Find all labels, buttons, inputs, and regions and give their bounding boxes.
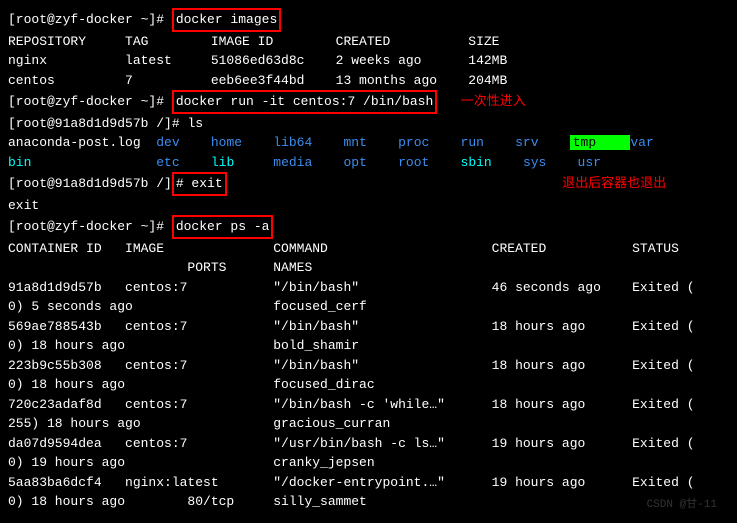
terminal-line: 569ae788543b centos:7 "/bin/bash" 18 hou… [8, 317, 729, 337]
watermark: CSDN @甘-11 [647, 497, 717, 514]
ls-item: home [211, 135, 273, 150]
terminal-line: [root@91a8d1d9d57b /]# ls [8, 114, 729, 134]
terminal-line: exit [8, 196, 729, 216]
ps-row: 720c23adaf8d centos:7 "/bin/bash -c 'whi… [8, 397, 695, 412]
terminal-line: [root@zyf-docker ~]# docker ps -a [8, 215, 729, 239]
spacer [437, 94, 460, 109]
ps-header: CONTAINER ID IMAGE COMMAND CREATED STATU… [8, 241, 679, 256]
cmd-exit[interactable]: # exit [172, 172, 227, 196]
ls-item: media [273, 155, 343, 170]
ps-row: da07d9594dea centos:7 "/usr/bin/bash -c … [8, 436, 695, 451]
ls-item: etc [156, 155, 211, 170]
terminal-line: 0) 18 hours ago bold_shamir [8, 336, 729, 356]
ps-row-cont: 0) 5 seconds ago focused_cerf [8, 299, 367, 314]
ls-row: anaconda-post.log dev home lib64 mnt pro… [8, 133, 729, 153]
images-row: nginx latest 51086ed63d8c 2 weeks ago 14… [8, 53, 507, 68]
prompt: [root@zyf-docker ~]# [8, 12, 172, 27]
spacer [227, 176, 562, 191]
terminal-line: 91a8d1d9d57b centos:7 "/bin/bash" 46 sec… [8, 278, 729, 298]
terminal-line: nginx latest 51086ed63d8c 2 weeks ago 14… [8, 51, 729, 71]
terminal-line: centos 7 eeb6ee3f44bd 13 months ago 204M… [8, 71, 729, 91]
terminal-line: [root@zyf-docker ~]# docker run -it cent… [8, 90, 729, 114]
cmd-ls[interactable]: ls [187, 116, 203, 131]
ls-item: anaconda-post.log [8, 135, 156, 150]
ls-item: srv [515, 135, 570, 150]
ls-item: tmp [570, 135, 631, 150]
prompt: [root@91a8d1d9d57b /]# [8, 116, 187, 131]
terminal-line: PORTS NAMES [8, 258, 729, 278]
ls-item: run [461, 135, 516, 150]
ls-item: var [630, 135, 669, 150]
cmd-docker-run[interactable]: docker run -it centos:7 /bin/bash [172, 90, 437, 114]
ls-item: lib64 [273, 135, 343, 150]
ps-row-cont: 0) 18 hours ago focused_dirac [8, 377, 375, 392]
prompt: [root@zyf-docker ~]# [8, 94, 172, 109]
terminal-line: 5aa83ba6dcf4 nginx:latest "/docker-entry… [8, 473, 729, 493]
terminal-line: 0) 18 hours ago 80/tcp silly_sammet [8, 492, 729, 512]
terminal-line: 223b9c55b308 centos:7 "/bin/bash" 18 hou… [8, 356, 729, 376]
terminal-line: [root@zyf-docker ~]# docker images [8, 8, 729, 32]
annotation-exit: 退出后容器也退出 [562, 176, 666, 191]
ps-row-cont: 0) 19 hours ago cranky_jepsen [8, 455, 375, 470]
ls-item: mnt [343, 135, 398, 150]
ps-row-cont: 0) 18 hours ago bold_shamir [8, 338, 359, 353]
ls-item: lib [211, 155, 273, 170]
ls-item: proc [398, 135, 460, 150]
prompt: [root@zyf-docker ~]# [8, 219, 172, 234]
terminal-line: 720c23adaf8d centos:7 "/bin/bash -c 'whi… [8, 395, 729, 415]
ps-header2: PORTS NAMES [8, 260, 312, 275]
terminal-line: [root@91a8d1d9d57b /]# exit 退出后容器也退出 [8, 172, 729, 196]
ls-item: sys [523, 155, 578, 170]
cmd-docker-ps[interactable]: docker ps -a [172, 215, 274, 239]
images-row: centos 7 eeb6ee3f44bd 13 months ago 204M… [8, 73, 507, 88]
ls-item: usr [578, 155, 617, 170]
terminal-line: 0) 5 seconds ago focused_cerf [8, 297, 729, 317]
ls-item: bin [8, 155, 156, 170]
terminal-line: CONTAINER ID IMAGE COMMAND CREATED STATU… [8, 239, 729, 259]
ls-item: opt [343, 155, 398, 170]
terminal-line: REPOSITORY TAG IMAGE ID CREATED SIZE [8, 32, 729, 52]
exit-output: exit [8, 198, 39, 213]
ps-row-cont: 0) 18 hours ago 80/tcp silly_sammet [8, 494, 367, 509]
ps-row: 91a8d1d9d57b centos:7 "/bin/bash" 46 sec… [8, 280, 695, 295]
annotation-enter: 一次性进入 [461, 94, 526, 109]
cmd-docker-images[interactable]: docker images [172, 8, 281, 32]
terminal-line: da07d9594dea centos:7 "/usr/bin/bash -c … [8, 434, 729, 454]
ls-item: sbin [461, 155, 523, 170]
ps-row: 223b9c55b308 centos:7 "/bin/bash" 18 hou… [8, 358, 695, 373]
ls-item: dev [156, 135, 211, 150]
images-header: REPOSITORY TAG IMAGE ID CREATED SIZE [8, 34, 499, 49]
ps-row: 569ae788543b centos:7 "/bin/bash" 18 hou… [8, 319, 695, 334]
ps-row-cont: 255) 18 hours ago gracious_curran [8, 416, 390, 431]
ls-item: root [398, 155, 460, 170]
terminal-line: 0) 18 hours ago focused_dirac [8, 375, 729, 395]
ps-row: 5aa83ba6dcf4 nginx:latest "/docker-entry… [8, 475, 695, 490]
terminal-line: 0) 19 hours ago cranky_jepsen [8, 453, 729, 473]
ls-row: bin etc lib media opt root sbin sys usr [8, 153, 729, 173]
prompt: [root@91a8d1d9d57b /] [8, 176, 172, 191]
terminal-line: 255) 18 hours ago gracious_curran [8, 414, 729, 434]
